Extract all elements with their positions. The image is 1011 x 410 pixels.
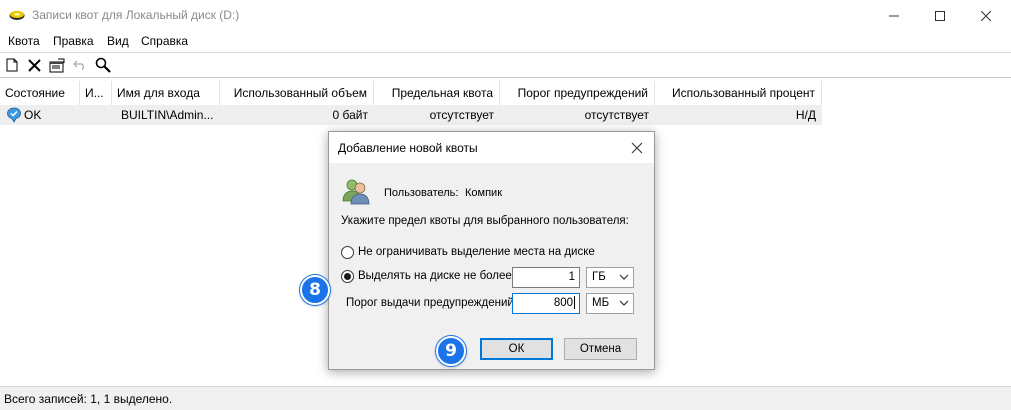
status-text: Всего записей: 1, 1 выделено. xyxy=(4,392,173,406)
step-badge-9: 9 xyxy=(436,336,466,366)
new-entry-button[interactable] xyxy=(3,56,21,74)
delete-icon xyxy=(27,58,41,72)
column-percent[interactable]: Использованный процент xyxy=(655,81,822,105)
close-button[interactable] xyxy=(963,0,1009,31)
minimize-icon xyxy=(889,15,899,16)
radio-limit-label[interactable]: Выделять на диске не более xyxy=(358,270,512,282)
maximize-icon xyxy=(935,10,945,21)
menu-view[interactable]: Вид xyxy=(107,34,129,48)
menu-bar: Квота Правка Вид Справка xyxy=(0,31,1011,51)
close-icon[interactable] xyxy=(630,141,644,155)
cell-percent: Н/Д xyxy=(795,108,816,122)
undo-button[interactable] xyxy=(71,56,89,74)
chevron-down-icon xyxy=(619,274,629,280)
cell-login: BUILTIN\Admin... xyxy=(121,108,214,122)
cell-name xyxy=(80,105,112,125)
limit-unit-value: ГБ xyxy=(592,271,606,283)
limit-input[interactable]: 1 xyxy=(512,267,580,288)
table-row[interactable]: OK BUILTIN\Admin... 0 байт отсутствует о… xyxy=(0,105,822,125)
ok-button[interactable]: ОК xyxy=(480,338,553,360)
step-badge-8: 8 xyxy=(300,275,330,305)
column-warning[interactable]: Порог предупреждений xyxy=(500,81,655,105)
properties-icon xyxy=(49,58,65,72)
users-icon xyxy=(342,179,370,205)
find-icon xyxy=(95,57,111,73)
add-quota-dialog: Добавление новой квоты Пользователь: Ком… xyxy=(328,131,655,370)
warning-input-value: 800 xyxy=(553,297,573,309)
maximize-button[interactable] xyxy=(917,0,963,31)
radio-unlimited-label[interactable]: Не ограничивать выделение места на диске xyxy=(358,246,595,258)
new-entry-icon xyxy=(6,58,18,72)
column-limit[interactable]: Предельная квота xyxy=(374,81,500,105)
menu-help[interactable]: Справка xyxy=(141,34,188,48)
dialog-title-bar: Добавление новой квоты xyxy=(329,132,654,163)
column-used[interactable]: Использованный объем xyxy=(220,81,374,105)
menu-edit[interactable]: Правка xyxy=(53,34,94,48)
delete-button[interactable] xyxy=(25,56,43,74)
drive-icon xyxy=(9,11,25,20)
column-name[interactable]: И... xyxy=(80,81,112,105)
cell-warning: отсутствует xyxy=(584,108,649,122)
list-header: Состояние И... Имя для входа Использован… xyxy=(0,81,822,105)
instruction-text: Укажите предел квоты для выбранного поль… xyxy=(341,215,629,227)
minimize-button[interactable] xyxy=(871,0,917,31)
undo-icon xyxy=(73,60,84,71)
title-bar: Записи квот для Локальный диск (D:) xyxy=(0,0,1011,31)
warning-input[interactable]: 800 xyxy=(512,293,580,314)
radio-unlimited[interactable] xyxy=(341,246,354,259)
toolbar xyxy=(0,52,1011,75)
user-value: Компик xyxy=(465,187,503,199)
properties-button[interactable] xyxy=(48,56,66,74)
warning-label: Порог выдачи предупреждений xyxy=(346,297,514,309)
cell-used: 0 байт xyxy=(332,108,368,122)
close-icon xyxy=(981,10,991,21)
find-button[interactable] xyxy=(94,56,112,74)
warning-unit-select[interactable]: МБ xyxy=(586,293,634,314)
limit-unit-select[interactable]: ГБ xyxy=(586,267,634,288)
column-login[interactable]: Имя для входа xyxy=(112,81,220,105)
radio-limit[interactable] xyxy=(341,270,354,283)
status-bar: Всего записей: 1, 1 выделено. xyxy=(0,386,1011,410)
cell-limit: отсутствует xyxy=(429,108,494,122)
text-caret xyxy=(574,296,575,310)
window-title: Записи квот для Локальный диск (D:) xyxy=(32,8,240,22)
dialog-title: Добавление новой квоты xyxy=(338,141,478,155)
warning-unit-value: МБ xyxy=(592,297,610,309)
cancel-button[interactable]: Отмена xyxy=(564,338,637,360)
column-status[interactable]: Состояние xyxy=(0,81,80,105)
chevron-down-icon xyxy=(619,300,629,306)
user-label: Пользователь: xyxy=(384,187,459,199)
cell-status: OK xyxy=(24,108,42,122)
menu-quota[interactable]: Квота xyxy=(8,34,40,48)
